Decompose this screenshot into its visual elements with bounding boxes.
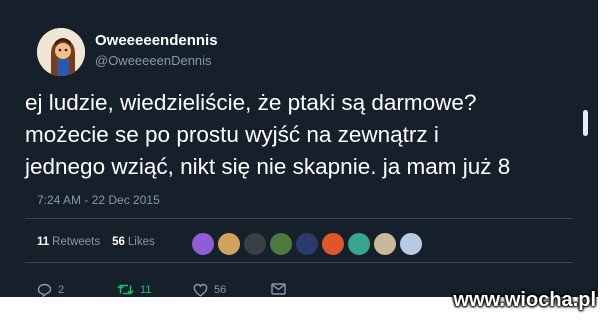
user-handle[interactable]: @OweeeeenDennis (95, 53, 212, 68)
reply-button[interactable]: 2 (37, 283, 64, 297)
avatar-image (37, 28, 85, 76)
likes-stat[interactable]: 56 Likes (112, 236, 155, 248)
divider (25, 218, 573, 219)
tweet-card: Oweeeeendennis @OweeeeenDennis ej ludzie… (0, 0, 598, 297)
liker-avatar[interactable] (372, 231, 398, 257)
retweets-stat[interactable]: 11 Retweets (37, 236, 100, 248)
tweet-text-line: ej ludzie, wiedzieliście, że ptaki są da… (25, 90, 477, 115)
like-icon (193, 283, 208, 297)
watermark: www.wiocha.pl (453, 289, 596, 311)
like-count: 56 (214, 284, 227, 296)
message-button[interactable] (271, 283, 292, 295)
liker-avatar[interactable] (346, 231, 372, 257)
liker-avatar[interactable] (190, 231, 216, 257)
tweet-text-line: jednego wziąć, nikt się nie skapnie. ja … (25, 154, 511, 179)
scrollbar[interactable] (583, 110, 588, 136)
likes-label: Likes (127, 236, 155, 248)
liker-avatar[interactable] (242, 231, 268, 257)
tweet-stats: 11 Retweets 56 Likes (37, 236, 155, 248)
liker-avatar[interactable] (320, 231, 346, 257)
liker-avatar[interactable] (216, 231, 242, 257)
retweets-label: Retweets (52, 236, 101, 248)
message-icon (271, 283, 286, 295)
likes-count: 56 (112, 236, 125, 248)
reply-icon (37, 283, 52, 297)
page-edge (598, 0, 610, 297)
reply-count: 2 (58, 284, 65, 296)
retweet-button[interactable]: 11 (117, 283, 151, 296)
timestamp[interactable]: 7:24 AM - 22 Dec 2015 (37, 193, 160, 207)
display-name[interactable]: Oweeeeendennis (95, 32, 218, 49)
retweet-count: 11 (140, 283, 152, 296)
like-button[interactable]: 56 (193, 283, 226, 297)
divider (25, 262, 573, 263)
liker-avatar[interactable] (294, 231, 320, 257)
liker-avatar[interactable] (398, 231, 424, 257)
tweet-text: ej ludzie, wiedzieliście, że ptaki są da… (25, 87, 598, 183)
retweet-icon (117, 284, 134, 295)
tweet-text-line: możecie se po prostu wyjść na zewnątrz i (25, 122, 439, 147)
avatar[interactable] (37, 28, 85, 76)
liker-avatar[interactable] (268, 231, 294, 257)
retweets-count: 11 (37, 236, 50, 248)
